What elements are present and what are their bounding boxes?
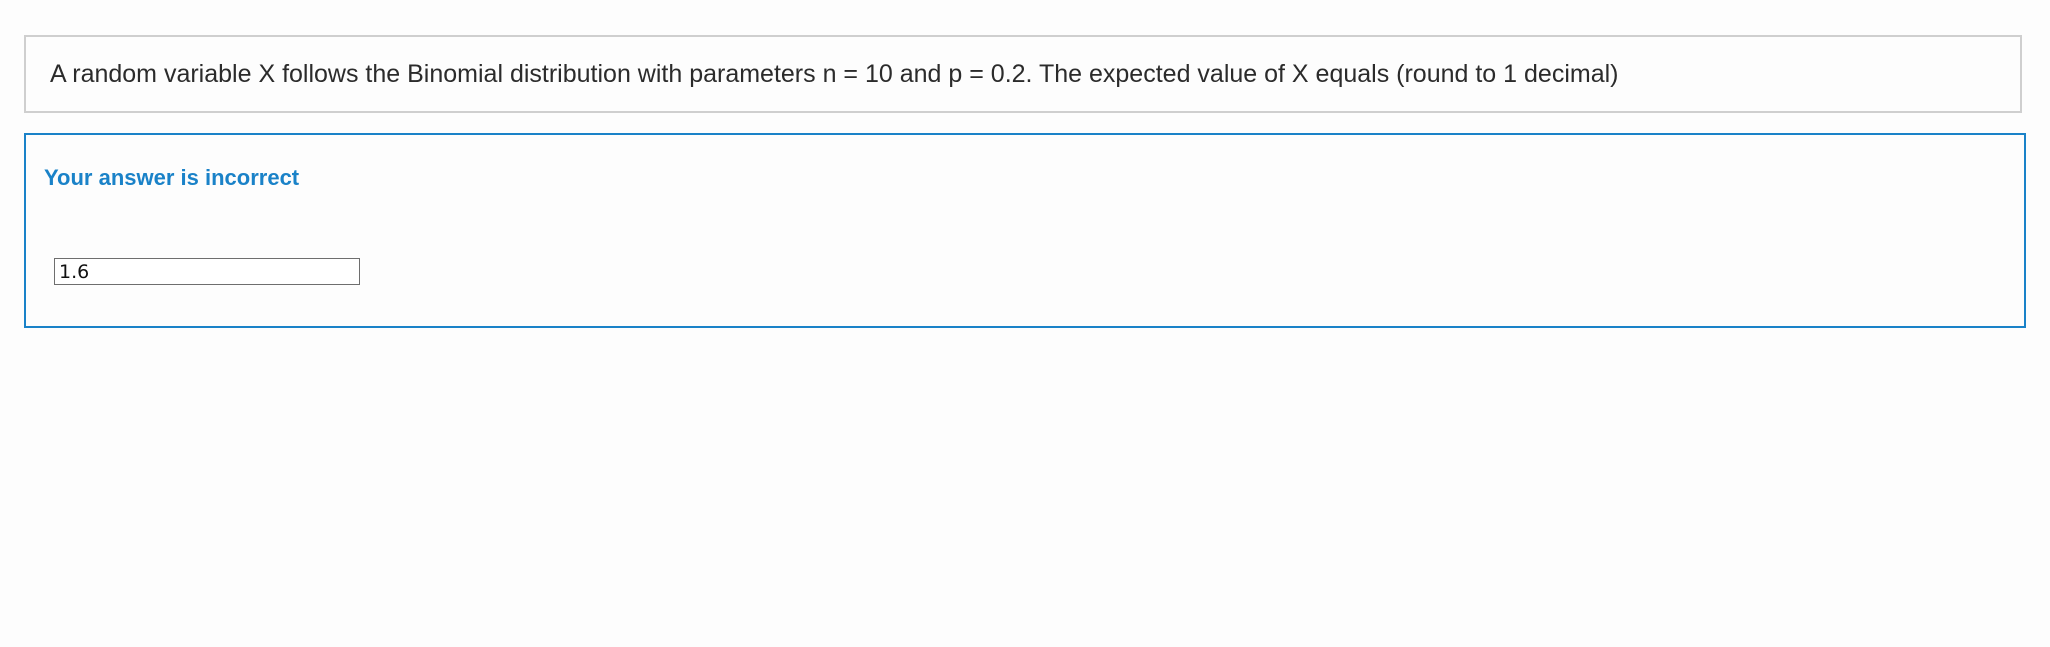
answer-status: Your answer is incorrect (44, 165, 300, 190)
feedback-panel: Your answer is incorrect (24, 133, 2026, 328)
answer-input[interactable] (54, 258, 360, 285)
question-text: A random variable X follows the Binomial… (50, 60, 1619, 88)
question-panel: A random variable X follows the Binomial… (24, 35, 2022, 113)
